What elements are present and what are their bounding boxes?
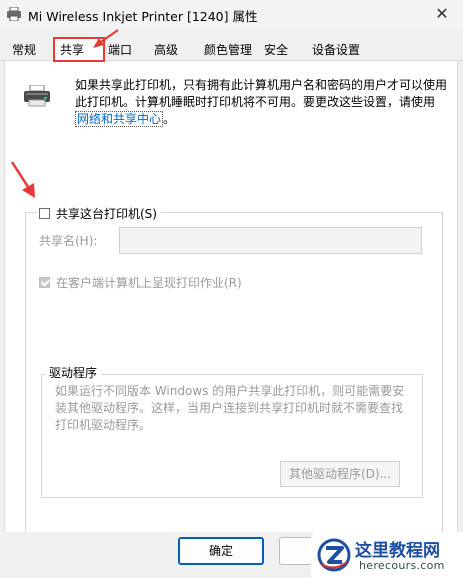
printer-icon xyxy=(24,85,50,107)
sharing-description-text: 如果共享此打印机，只有拥有此计算机用户名和密码的用户才可以使用此打印机。计算机睡… xyxy=(75,78,448,109)
render-jobs-checkbox[interactable] xyxy=(39,277,50,288)
sharing-panel: 如果共享此打印机，只有拥有此计算机用户名和密码的用户才可以使用此打印机。计算机睡… xyxy=(4,61,458,576)
ok-button[interactable]: 确定 xyxy=(178,537,264,565)
render-jobs-label: 在客户端计算机上呈现打印作业(R) xyxy=(56,276,242,290)
additional-drivers-button[interactable]: 其他驱动程序(D)... xyxy=(280,461,400,487)
share-name-input[interactable] xyxy=(119,227,422,254)
share-printer-checkbox[interactable] xyxy=(39,207,50,219)
share-name-label: 共享名(H): xyxy=(39,234,98,248)
watermark-title: 这里教程网 xyxy=(355,541,440,561)
title-bar: Mi Wireless Inkjet Printer [1240] 属性 ✕ xyxy=(0,0,463,30)
drivers-description: 如果运行不同版本 Windows 的用户共享此打印机，则可能需要安装其他驱动程序… xyxy=(55,384,405,432)
share-printer-checkbox-row[interactable]: 共享这台打印机(S) xyxy=(37,204,161,222)
tab-security[interactable]: 安全 xyxy=(260,40,304,60)
tab-advanced[interactable]: 高级 xyxy=(150,40,196,60)
watermark-url: herecours.com xyxy=(359,559,445,572)
drivers-title: 驱动程序 xyxy=(45,364,102,381)
watermark-logo-icon xyxy=(317,538,351,572)
tab-arrow-icon xyxy=(93,29,119,48)
render-jobs-checkbox-row[interactable]: 在客户端计算机上呈现打印作业(R) xyxy=(39,274,242,291)
close-icon[interactable]: ✕ xyxy=(429,2,455,26)
printer-app-icon xyxy=(7,7,21,21)
tab-device-settings[interactable]: 设备设置 xyxy=(308,40,370,60)
share-printer-label: 共享这台打印机(S) xyxy=(56,206,157,221)
sharing-description-end: 。 xyxy=(163,112,176,126)
window-title: Mi Wireless Inkjet Printer [1240] 属性 xyxy=(28,9,258,24)
tab-general[interactable]: 常规 xyxy=(8,40,50,60)
tab-color-management[interactable]: 颜色管理 xyxy=(200,40,258,60)
sharing-description: 如果共享此打印机，只有拥有此计算机用户名和密码的用户才可以使用此打印机。计算机睡… xyxy=(75,77,447,128)
watermark-badge: 这里教程网 herecours.com xyxy=(311,532,463,578)
checkbox-arrow-icon xyxy=(10,161,35,198)
network-sharing-center-link[interactable]: 网络和共享中心 xyxy=(75,111,164,127)
